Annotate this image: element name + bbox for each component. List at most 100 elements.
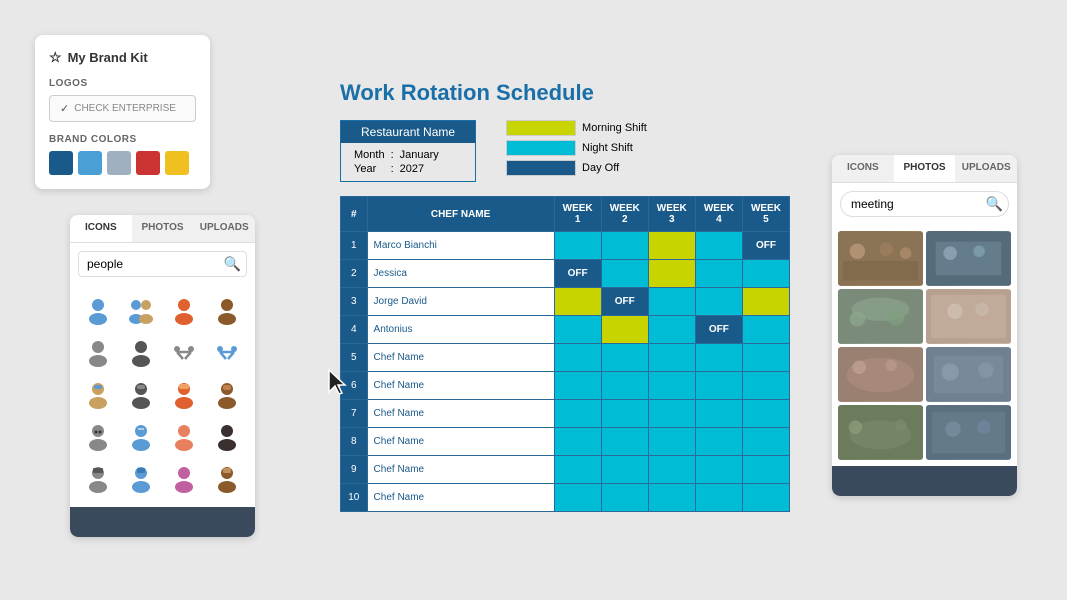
chef-name-cell: Chef Name	[367, 456, 554, 484]
color-swatch-4[interactable]	[136, 151, 160, 175]
table-row: 2 Jessica OFF	[341, 260, 790, 288]
schedule-container: Work Rotation Schedule Restaurant Name M…	[340, 80, 790, 512]
list-item[interactable]	[121, 291, 160, 329]
shift-cell	[601, 232, 648, 260]
row-num: 2	[341, 260, 368, 288]
color-swatch-1[interactable]	[49, 151, 73, 175]
check-enterprise-label: CHECK ENTERPRISE	[74, 103, 176, 114]
tab-icons-photos[interactable]: ICONS	[832, 155, 894, 182]
list-item[interactable]	[165, 333, 204, 371]
shift-cell	[695, 288, 742, 316]
list-item[interactable]	[78, 333, 117, 371]
row-num: 1	[341, 232, 368, 260]
color-swatch-2[interactable]	[78, 151, 102, 175]
list-item[interactable]	[78, 375, 117, 413]
list-item[interactable]	[121, 417, 160, 455]
row-num: 7	[341, 400, 368, 428]
list-item[interactable]	[121, 333, 160, 371]
list-item[interactable]	[165, 291, 204, 329]
photos-search-input[interactable]	[840, 191, 1009, 217]
shift-cell	[695, 456, 742, 484]
photo-cell[interactable]	[926, 405, 1011, 460]
photo-cell[interactable]	[926, 231, 1011, 286]
colon-2: :	[388, 162, 397, 176]
list-item[interactable]	[208, 459, 247, 497]
shift-cell: OFF	[554, 260, 601, 288]
chef-name-cell: Chef Name	[367, 344, 554, 372]
photos-search-container: 🔍	[832, 183, 1017, 225]
list-item[interactable]	[121, 375, 160, 413]
chef-name-cell: Marco Bianchi	[367, 232, 554, 260]
check-enterprise-button[interactable]: ✓ CHECK ENTERPRISE	[49, 95, 196, 122]
table-row: 8 Chef Name	[341, 428, 790, 456]
photo-cell[interactable]	[838, 231, 923, 286]
chef-name-cell: Chef Name	[367, 484, 554, 512]
color-swatch-3[interactable]	[107, 151, 131, 175]
list-item[interactable]	[121, 459, 160, 497]
tab-photos[interactable]: PHOTOS	[132, 215, 194, 242]
shift-cell	[554, 232, 601, 260]
tab-icons[interactable]: ICONS	[70, 215, 132, 242]
col-week5: WEEK 5	[742, 197, 789, 232]
photos-grid	[832, 225, 1017, 466]
chef-name-cell: Chef Name	[367, 428, 554, 456]
dayoff-color	[506, 160, 576, 176]
shift-cell	[554, 372, 601, 400]
restaurant-info: Restaurant Name Month : January Year : 2…	[340, 120, 476, 182]
icons-search-icon[interactable]: 🔍	[224, 256, 241, 273]
color-swatch-5[interactable]	[165, 151, 189, 175]
photo-cell[interactable]	[926, 347, 1011, 402]
brand-colors-label: BRAND COLORS	[49, 134, 196, 145]
shift-cell: OFF	[695, 316, 742, 344]
photos-panel-footer	[832, 466, 1017, 496]
row-num: 8	[341, 428, 368, 456]
photo-cell[interactable]	[838, 289, 923, 344]
table-row: 9 Chef Name	[341, 456, 790, 484]
icons-search-container: 🔍	[70, 243, 255, 285]
tab-uploads-photos[interactable]: UPLOADS	[955, 155, 1017, 182]
list-item[interactable]	[208, 291, 247, 329]
icons-panel-footer	[70, 507, 255, 537]
shift-cell	[742, 260, 789, 288]
shift-cell	[695, 484, 742, 512]
night-label: Night Shift	[582, 142, 633, 154]
col-week4: WEEK 4	[695, 197, 742, 232]
list-item[interactable]	[165, 417, 204, 455]
table-row: 10 Chef Name	[341, 484, 790, 512]
shift-cell	[648, 400, 695, 428]
row-num: 3	[341, 288, 368, 316]
shift-cell	[601, 344, 648, 372]
tab-photos-photos[interactable]: PHOTOS	[894, 155, 956, 182]
shift-cell	[648, 288, 695, 316]
shift-cell	[648, 428, 695, 456]
icons-search-input[interactable]	[78, 251, 247, 277]
shift-cell	[695, 260, 742, 288]
morning-color	[506, 120, 576, 136]
list-item[interactable]	[208, 417, 247, 455]
chef-name-cell: Antonius	[367, 316, 554, 344]
photo-cell[interactable]	[838, 347, 923, 402]
photos-panel: ICONS PHOTOS UPLOADS 🔍	[832, 155, 1017, 496]
brand-kit-panel: ☆ My Brand Kit LOGOS ✓ CHECK ENTERPRISE …	[35, 35, 210, 189]
icons-grid	[70, 285, 255, 507]
shift-cell	[742, 372, 789, 400]
list-item[interactable]	[208, 333, 247, 371]
list-item[interactable]	[165, 375, 204, 413]
list-item[interactable]	[165, 459, 204, 497]
list-item[interactable]	[208, 375, 247, 413]
list-item[interactable]	[78, 291, 117, 329]
list-item[interactable]	[78, 417, 117, 455]
year-value: 2027	[397, 162, 442, 176]
chef-name-cell: Chef Name	[367, 400, 554, 428]
tab-uploads[interactable]: UPLOADS	[193, 215, 255, 242]
schedule-meta-row: Restaurant Name Month : January Year : 2…	[340, 120, 790, 182]
photo-cell[interactable]	[926, 289, 1011, 344]
photos-search-icon[interactable]: 🔍	[986, 196, 1003, 213]
month-value: January	[397, 148, 442, 162]
photo-cell[interactable]	[838, 405, 923, 460]
shift-cell	[554, 456, 601, 484]
col-week3: WEEK 3	[648, 197, 695, 232]
list-item[interactable]	[78, 459, 117, 497]
shift-cell	[601, 428, 648, 456]
icons-panel: ICONS PHOTOS UPLOADS 🔍	[70, 215, 255, 537]
